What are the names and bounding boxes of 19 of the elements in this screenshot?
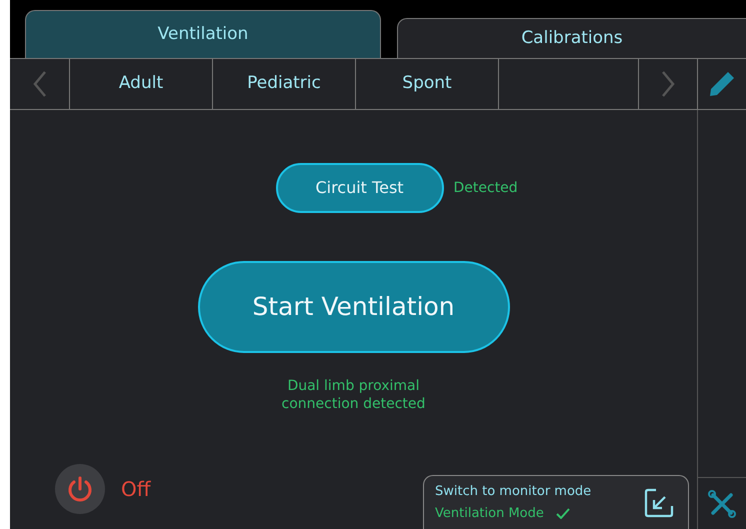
monitor-mode-label: Switch to monitor mode — [435, 482, 592, 500]
start-ventilation-button[interactable]: Start Ventilation — [198, 261, 510, 353]
power-button[interactable] — [55, 464, 105, 514]
tab[interactable]: Ventilation — [25, 10, 381, 58]
tab[interactable]: Calibrations — [397, 18, 746, 58]
circuit-status: Detected — [454, 178, 519, 198]
circuit-test-button[interactable]: Circuit Test — [276, 163, 444, 213]
tools-icon[interactable] — [707, 488, 737, 518]
connection-message: Dual limb proximal connection detected — [280, 377, 426, 413]
pencil-icon[interactable] — [708, 70, 736, 98]
monitor-mode-switch[interactable]: Switch to monitor mode Ventilation Mode — [423, 475, 689, 529]
current-mode: Ventilation Mode — [435, 505, 544, 523]
power-status: Off — [121, 476, 151, 503]
arrow-down-left-icon — [644, 488, 674, 518]
mode-button[interactable]: Adult — [70, 59, 213, 109]
mode-button[interactable]: Pediatric — [213, 59, 356, 109]
mode-button[interactable]: Spont — [356, 59, 499, 109]
power-icon — [66, 475, 94, 503]
check-icon — [556, 508, 570, 520]
